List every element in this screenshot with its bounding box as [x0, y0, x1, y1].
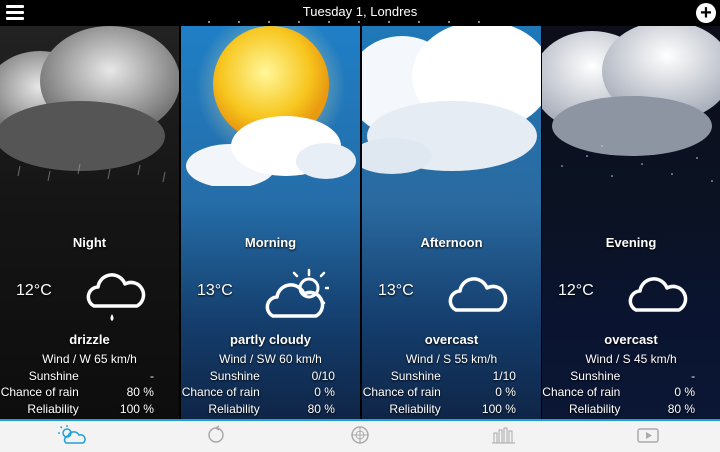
reliability-row: Reliability 100 %	[27, 401, 154, 416]
reliability-row: Reliability 100 %	[389, 401, 516, 416]
rain-row: Chance of rain 0 %	[181, 385, 335, 399]
sunshine-row: Sunshine -	[570, 368, 696, 383]
tab-forecast[interactable]	[144, 421, 288, 450]
cloud-icon	[628, 277, 688, 312]
period-label: Morning	[244, 235, 297, 250]
partly-cloudy-icon	[265, 268, 329, 318]
page-indicator	[160, 21, 560, 24]
radar-icon	[351, 426, 369, 444]
rain-row: Chance of rain 0 %	[542, 385, 696, 399]
sun-cloud-illustration	[186, 26, 356, 186]
night-cloud-illustration	[542, 26, 720, 182]
period-label: Afternoon	[420, 235, 483, 250]
wind: Wind / S 55 km/h	[405, 352, 498, 366]
panel-morning[interactable]: Morning 13°C partly cloudy Wind / SW 60 …	[181, 26, 360, 419]
temperature: 13°C	[378, 282, 414, 299]
wind: Wind / S 45 km/h	[585, 352, 677, 366]
plus-icon: +	[700, 2, 712, 24]
sunshine-row: Sunshine -	[28, 368, 154, 383]
tab-radar[interactable]	[288, 421, 432, 450]
panel-evening[interactable]: Evening 12°C overcast Wind / S 45 km/h S…	[542, 26, 720, 419]
panel-night[interactable]: Night 12°C drizzle Wind / W 65 km/h Suns…	[0, 26, 179, 419]
temperature: 12°C	[558, 282, 594, 299]
forecast-panels: Night 12°C drizzle Wind / W 65 km/h Suns…	[0, 26, 720, 419]
cloud-icon	[448, 277, 508, 312]
tab-charts[interactable]	[432, 421, 576, 450]
panel-afternoon[interactable]: Afternoon 13°C overcast Wind / S 55 km/h…	[362, 26, 541, 419]
condition: overcast	[604, 332, 658, 347]
temperature: 13°C	[197, 282, 233, 299]
rain-row: Chance of rain 0 %	[362, 385, 516, 399]
bottom-tab-bar	[0, 419, 720, 452]
period-label: Night	[72, 235, 107, 250]
rain-row: Chance of rain 80 %	[0, 385, 154, 399]
wind: Wind / W 65 km/h	[42, 352, 137, 366]
sunshine-row: Sunshine 0/10	[209, 368, 335, 383]
cloud-drizzle-icon	[86, 273, 146, 321]
reliability-row: Reliability 80 %	[568, 401, 696, 416]
reliability-row: Reliability 80 %	[208, 401, 335, 416]
video-icon	[637, 428, 659, 443]
condition: partly cloudy	[230, 332, 311, 347]
condition: drizzle	[69, 332, 110, 347]
temperature: 12°C	[16, 282, 52, 299]
overcast-illustration	[362, 26, 541, 174]
bar-chart-icon	[492, 427, 515, 444]
tab-today[interactable]	[0, 421, 144, 450]
wind: Wind / SW 60 km/h	[219, 352, 322, 366]
weather-today-icon	[58, 425, 86, 444]
refresh-forecast-icon	[208, 425, 224, 443]
add-location-button[interactable]: +	[696, 3, 716, 23]
tab-video[interactable]	[576, 421, 720, 450]
condition: overcast	[424, 332, 479, 347]
sunshine-row: Sunshine 1/10	[390, 368, 516, 383]
page-title: Tuesday 1, Londres	[302, 4, 418, 19]
cloud-rain-illustration	[0, 26, 179, 183]
top-bar: Tuesday 1, Londres +	[0, 0, 720, 26]
period-label: Evening	[605, 235, 657, 250]
